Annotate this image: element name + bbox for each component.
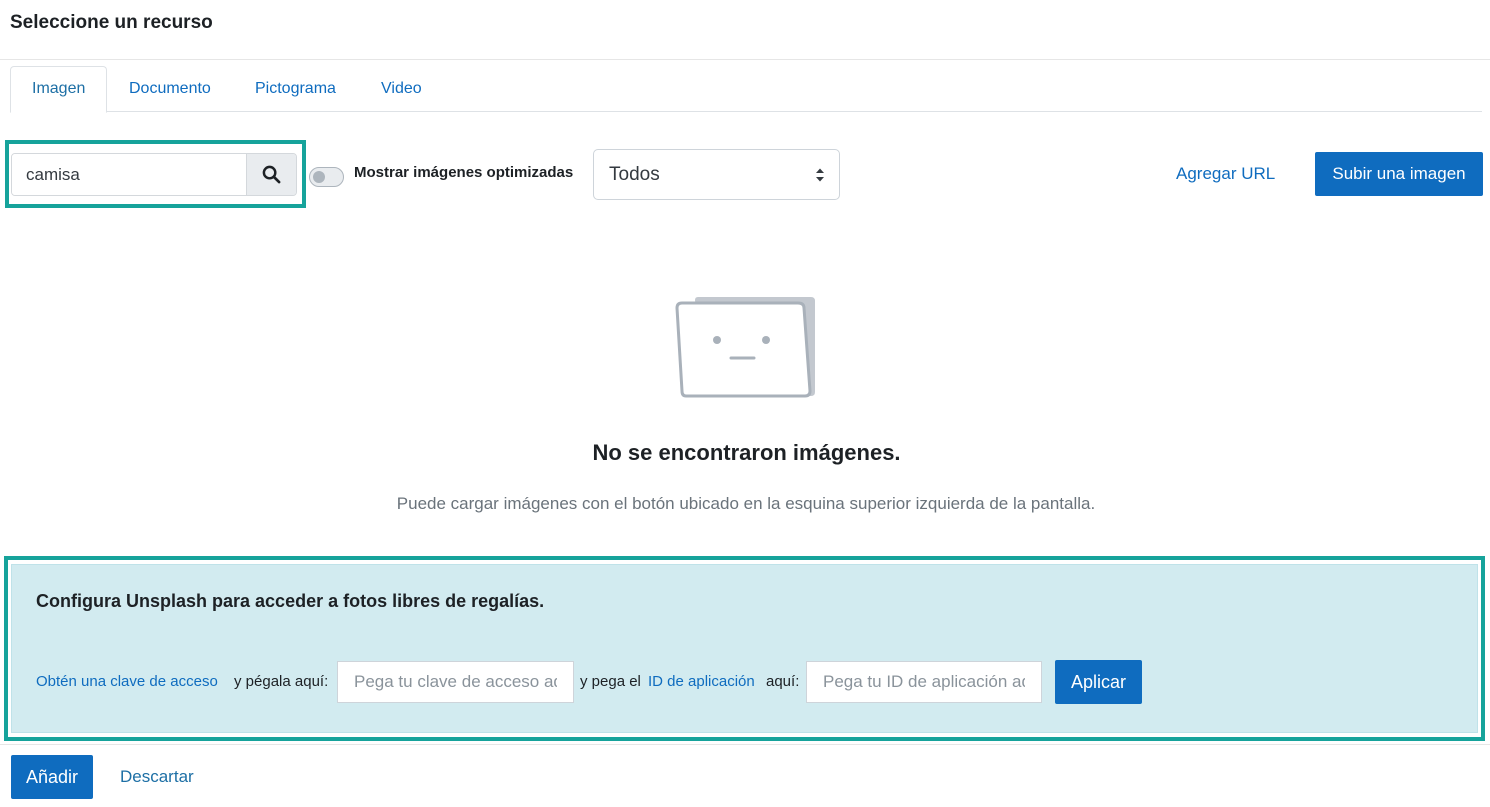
resource-selector-dialog: Seleccione un recurso Imagen Documento P…	[0, 0, 1490, 807]
filter-select[interactable]: Todos	[593, 149, 840, 200]
optimized-images-label: Mostrar imágenes optimizadas	[354, 164, 574, 181]
empty-state-title: No se encontraron imágenes.	[592, 440, 901, 465]
empty-folder-icon	[675, 297, 815, 398]
access-key-input[interactable]	[337, 661, 574, 703]
tab-imagen[interactable]: Imagen	[10, 66, 108, 113]
title-divider	[0, 59, 1490, 60]
optimized-images-toggle[interactable]	[309, 167, 344, 187]
tab-pictograma[interactable]: Pictograma	[233, 66, 358, 112]
add-button[interactable]: Añadir	[11, 755, 93, 799]
unsplash-title: Configura Unsplash para acceder a fotos …	[36, 591, 545, 611]
dialog-title: Seleccione un recurso	[10, 12, 213, 33]
search-icon	[262, 165, 281, 184]
apply-button[interactable]: Aplicar	[1055, 660, 1142, 704]
app-id-input[interactable]	[806, 661, 1042, 703]
search-input[interactable]	[12, 154, 247, 195]
here-text: aquí:	[766, 673, 800, 690]
search-button[interactable]	[246, 154, 296, 195]
add-url-link[interactable]: Agregar URL	[1176, 164, 1275, 184]
discard-link[interactable]: Descartar	[120, 767, 194, 787]
sort-arrows-icon	[816, 168, 824, 182]
tab-documento[interactable]: Documento	[107, 66, 233, 112]
search-group	[11, 153, 297, 196]
empty-state-message: Puede cargar imágenes con el botón ubica…	[396, 494, 1096, 513]
upload-image-button[interactable]: Subir una imagen	[1315, 152, 1483, 196]
access-key-link[interactable]: Obtén una clave de acceso	[36, 673, 218, 690]
paste-here-text: y pégala aquí:	[234, 673, 329, 690]
footer-divider	[0, 744, 1490, 745]
app-id-link[interactable]: ID de aplicación	[648, 673, 755, 690]
unsplash-config-panel	[11, 564, 1478, 733]
filter-select-value: Todos	[609, 164, 660, 185]
toggle-knob	[313, 171, 325, 183]
and-paste-text: y pega el	[580, 673, 641, 690]
tab-video[interactable]: Video	[359, 66, 444, 112]
resource-tabs: Imagen Documento Pictograma Video	[10, 66, 1482, 113]
